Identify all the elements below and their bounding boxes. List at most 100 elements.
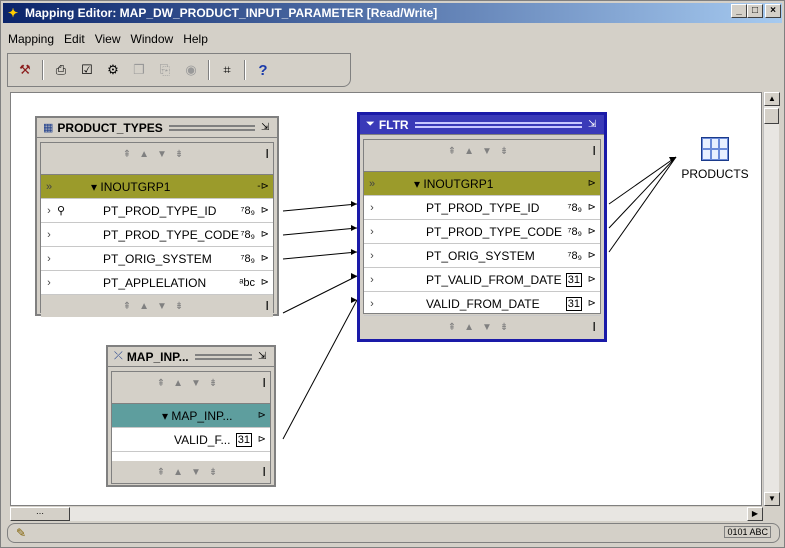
scroll-right-button[interactable]: ▶ bbox=[747, 507, 763, 521]
expand-icon[interactable]: › bbox=[364, 274, 380, 286]
validate-icon[interactable]: ☑ bbox=[76, 59, 98, 81]
resize-icon[interactable]: I bbox=[265, 146, 269, 161]
scroll-down-button[interactable]: ▼ bbox=[764, 492, 780, 506]
operator-products[interactable]: PRODUCTS bbox=[675, 137, 755, 181]
operator-title: MAP_INP... bbox=[126, 349, 189, 364]
scroll-up-button[interactable]: ▲ bbox=[764, 92, 780, 106]
attribute-row[interactable]: › PT_PROD_TYPE_CODE ⁷8₉ ⊳ bbox=[364, 220, 600, 244]
attribute-name: VALID_F... bbox=[174, 432, 231, 447]
group-row[interactable]: » ▾ INOUTGRP1 ⊳ bbox=[364, 172, 600, 196]
attribute-name: PT_APPLELATION bbox=[103, 275, 207, 290]
help-icon[interactable]: ? bbox=[252, 59, 274, 81]
horizontal-scrollbar[interactable]: ⋯ ▶ bbox=[10, 507, 763, 521]
menu-view[interactable]: View bbox=[90, 29, 126, 49]
expand-icon[interactable]: › bbox=[364, 298, 380, 310]
group-row[interactable]: » ▾ INOUTGRP1 -⊳ bbox=[41, 175, 273, 199]
scroll-arrows-icon[interactable]: ⇞▲▼⇟ bbox=[123, 149, 192, 160]
attribute-row[interactable]: › PT_ORIG_SYSTEM ⁷8₉ ⊳ bbox=[364, 244, 600, 268]
paste-icon[interactable]: ⎘ bbox=[154, 59, 176, 81]
scroll-arrows-icon[interactable]: ⇞▲▼⇟ bbox=[157, 467, 226, 478]
scroll-arrows-icon[interactable]: ⇞▲▼⇟ bbox=[123, 301, 192, 312]
generate-icon[interactable]: ⚙ bbox=[102, 59, 124, 81]
collapse-icon[interactable]: ⇲ bbox=[261, 122, 273, 133]
title-bar[interactable]: ✦ Mapping Editor: MAP_DW_PRODUCT_INPUT_P… bbox=[3, 3, 782, 23]
scroll-arrows-icon[interactable]: ⇞▲▼⇟ bbox=[157, 378, 226, 389]
deploy-icon[interactable]: ◉ bbox=[180, 59, 202, 81]
operator-map-input-parameter[interactable]: ⤫ MAP_INP... ⇲ ⇞▲▼⇟ I ▾ MAP_INP... ⊳ VALI… bbox=[106, 345, 276, 487]
port-icon[interactable]: ⊳ bbox=[588, 226, 596, 237]
mapping-canvas[interactable]: ▦ PRODUCT_TYPES ⇲ ⇞▲▼⇟ I » ▾ INOUTGRP1 -⊳… bbox=[10, 92, 762, 506]
expand-icon[interactable]: › bbox=[364, 202, 380, 214]
collapse-icon[interactable]: ⇲ bbox=[588, 119, 600, 130]
print-icon[interactable]: ⎙ bbox=[50, 59, 72, 81]
attribute-row[interactable]: › PT_APPLELATION ᵃbc ⊳ bbox=[41, 271, 273, 295]
expand-icon[interactable]: › bbox=[41, 229, 57, 241]
port-icon[interactable]: ⊳ bbox=[258, 410, 266, 421]
properties-icon[interactable]: ⚒ bbox=[14, 59, 36, 81]
drag-grip[interactable] bbox=[414, 121, 582, 128]
port-icon[interactable]: ⊳ bbox=[261, 253, 269, 264]
operator-filter[interactable]: ⏷ FLTR ⇲ ⇞▲▼⇟ I » ▾ INOUTGRP1 ⊳ › PT_PROD… bbox=[357, 112, 607, 342]
port-icon[interactable]: ⊳ bbox=[261, 205, 269, 216]
attribute-row[interactable]: › VALID_FROM_DATE 31 ⊳ bbox=[364, 292, 600, 316]
port-icon[interactable]: -⊳ bbox=[257, 181, 269, 192]
resize-icon[interactable]: I bbox=[592, 143, 596, 158]
data-viewer-icon[interactable]: 0101 ABC bbox=[724, 526, 771, 538]
toolbar-separator bbox=[42, 60, 44, 80]
scroll-arrows-icon[interactable]: ⇞▲▼⇟ bbox=[448, 146, 517, 157]
menu-mapping[interactable]: Mapping bbox=[3, 29, 59, 49]
window-title: Mapping Editor: MAP_DW_PRODUCT_INPUT_PAR… bbox=[25, 6, 438, 20]
minimize-button[interactable]: _ bbox=[731, 4, 747, 18]
port-icon[interactable]: ⊳ bbox=[261, 277, 269, 288]
attribute-row[interactable]: › PT_PROD_TYPE_ID ⁷8₉ ⊳ bbox=[364, 196, 600, 220]
expand-icon[interactable]: › bbox=[364, 250, 380, 262]
status-bar: ✎ 0101 ABC bbox=[7, 523, 780, 543]
resize-icon[interactable]: I bbox=[262, 375, 266, 390]
expand-icon[interactable]: › bbox=[41, 205, 57, 217]
number-type-icon: ⁷8₉ bbox=[567, 249, 582, 262]
vertical-scroll-thumb[interactable] bbox=[764, 108, 779, 124]
scroll-arrows-icon[interactable]: ⇞▲▼⇟ bbox=[448, 322, 517, 333]
menu-window[interactable]: Window bbox=[126, 29, 179, 49]
resize-icon[interactable]: I bbox=[265, 298, 269, 313]
operator-product-types[interactable]: ▦ PRODUCT_TYPES ⇲ ⇞▲▼⇟ I » ▾ INOUTGRP1 -⊳… bbox=[35, 116, 279, 317]
expand-icon[interactable]: » bbox=[41, 181, 57, 193]
operator-header[interactable]: ▦ PRODUCT_TYPES ⇲ bbox=[37, 118, 277, 138]
drag-grip[interactable] bbox=[194, 353, 252, 360]
drag-grip[interactable] bbox=[168, 124, 255, 131]
port-icon[interactable]: ⊳ bbox=[588, 178, 596, 189]
operator-header[interactable]: ⏷ FLTR ⇲ bbox=[360, 115, 604, 135]
close-button[interactable]: × bbox=[765, 4, 781, 18]
menu-view-label: View bbox=[94, 32, 121, 46]
group-row[interactable]: ▾ MAP_INP... ⊳ bbox=[112, 404, 270, 428]
expand-icon[interactable]: › bbox=[364, 226, 380, 238]
menu-help[interactable]: Help bbox=[178, 29, 213, 49]
port-icon[interactable]: ⊳ bbox=[261, 229, 269, 240]
pencil-icon[interactable]: ✎ bbox=[16, 526, 26, 540]
expand-icon[interactable]: » bbox=[364, 178, 380, 190]
operator-title: FLTR bbox=[378, 117, 409, 132]
number-type-icon: ⁷8₉ bbox=[240, 228, 255, 241]
collapse-icon[interactable]: ⇲ bbox=[258, 351, 270, 362]
attribute-row[interactable]: VALID_F... 31 ⊳ bbox=[112, 428, 270, 452]
attribute-row[interactable]: › PT_VALID_FROM_DATE 31 ⊳ bbox=[364, 268, 600, 292]
attribute-row[interactable]: › PT_ORIG_SYSTEM ⁷8₉ ⊳ bbox=[41, 247, 273, 271]
attribute-row[interactable]: › ⚲ PT_PROD_TYPE_ID ⁷8₉ ⊳ bbox=[41, 199, 273, 223]
copy-icon[interactable]: ❐ bbox=[128, 59, 150, 81]
resize-icon[interactable]: I bbox=[262, 464, 266, 479]
horizontal-scroll-thumb[interactable]: ⋯ bbox=[10, 507, 70, 521]
vertical-scrollbar[interactable]: ▲ ▼ bbox=[763, 92, 780, 506]
expand-icon[interactable]: › bbox=[41, 277, 57, 289]
maximize-button[interactable]: □ bbox=[747, 4, 763, 18]
expand-icon[interactable]: › bbox=[41, 253, 57, 265]
port-icon[interactable]: ⊳ bbox=[258, 434, 266, 445]
port-icon[interactable]: ⊳ bbox=[588, 202, 596, 213]
operator-header[interactable]: ⤫ MAP_INP... ⇲ bbox=[108, 347, 274, 367]
tag-icon[interactable]: ⌗ bbox=[216, 59, 238, 81]
port-icon[interactable]: ⊳ bbox=[588, 250, 596, 261]
resize-icon[interactable]: I bbox=[592, 319, 596, 334]
menu-edit[interactable]: Edit bbox=[59, 29, 90, 49]
attribute-row[interactable]: › PT_PROD_TYPE_CODE ⁷8₉ ⊳ bbox=[41, 223, 273, 247]
port-icon[interactable]: ⊳ bbox=[588, 274, 596, 285]
port-icon[interactable]: ⊳ bbox=[588, 298, 596, 309]
